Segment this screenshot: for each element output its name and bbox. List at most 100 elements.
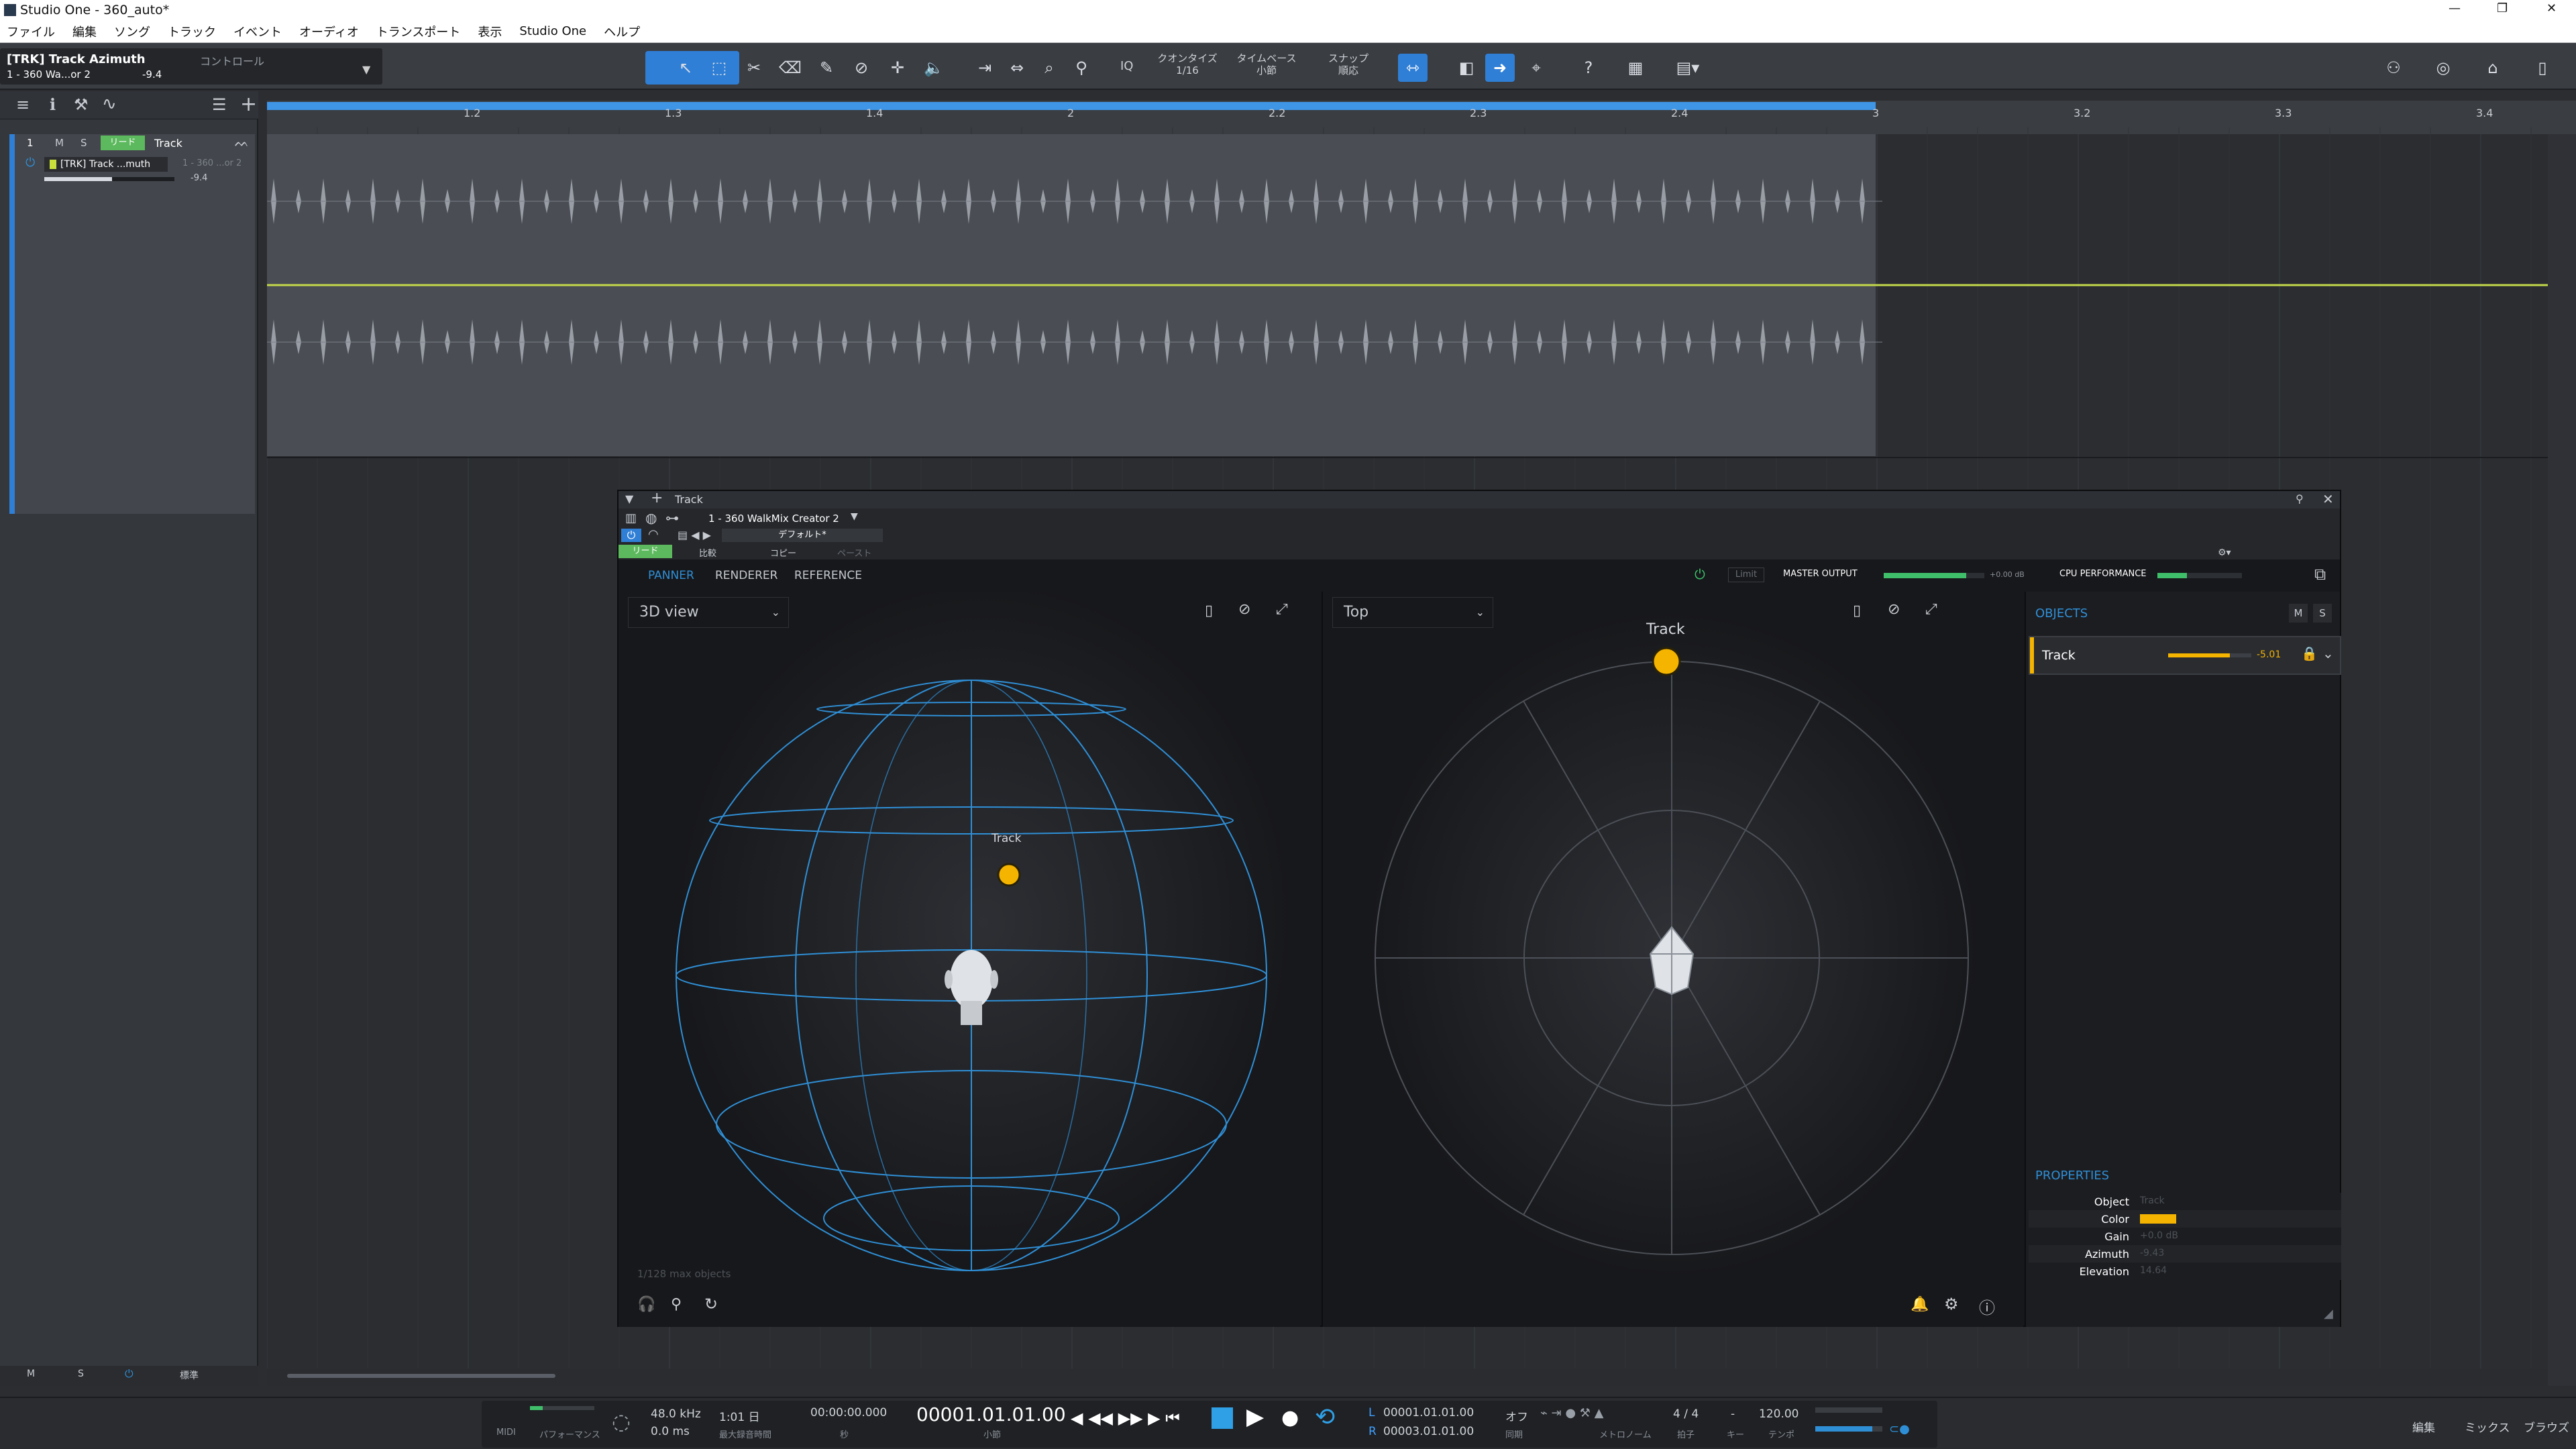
bend-tool-icon[interactable]: ✛: [883, 54, 912, 82]
insert-select[interactable]: 1 - 360 WalkMix Creator 2: [708, 513, 839, 525]
resize-grip-icon[interactable]: ◢: [2324, 1307, 2333, 1321]
gear-icon[interactable]: ⚙: [1944, 1295, 1959, 1313]
stretch-icon[interactable]: ⇔: [1002, 54, 1032, 82]
gear-icon[interactable]: ⚙▾: [2218, 547, 2231, 558]
help-icon[interactable]: ⓘ: [1979, 1295, 1995, 1318]
follow-icon[interactable]: ➜: [1485, 54, 1515, 82]
compare-button[interactable]: 比較: [699, 546, 716, 559]
tab-reference[interactable]: REFERENCE: [794, 569, 862, 582]
pin-icon[interactable]: ⚲: [2296, 492, 2304, 505]
mix-view-button[interactable]: ミックス: [2465, 1418, 2510, 1435]
power-icon[interactable]: ⏻: [621, 529, 641, 542]
snap-left-icon[interactable]: ⇥: [970, 54, 1000, 82]
layout-icon[interactable]: ▤▾: [1668, 54, 1708, 82]
timebase-select[interactable]: タイムベース 小節: [1233, 52, 1300, 76]
eraser-tool-icon[interactable]: ⌫: [775, 54, 805, 82]
preset-select[interactable]: デフォルト*: [722, 529, 883, 542]
record-button[interactable]: ●: [1281, 1406, 1299, 1430]
tab-panner[interactable]: PANNER: [648, 569, 694, 582]
home-icon[interactable]: ⌂: [2478, 54, 2508, 82]
preset-icon[interactable]: ▤ ◀ ▶: [678, 529, 711, 541]
edit-view-button[interactable]: 編集: [2412, 1418, 2435, 1435]
copy-button[interactable]: コピー: [770, 546, 796, 559]
objects-mute-button[interactable]: M: [2289, 604, 2308, 623]
tempo-value[interactable]: 120.00: [1759, 1407, 1799, 1421]
wrench-icon[interactable]: ⚒: [74, 95, 89, 114]
color-swatch[interactable]: [2140, 1214, 2176, 1224]
automation-select[interactable]: [TRK] Track ...muth: [44, 157, 168, 172]
solo-button[interactable]: S: [80, 137, 87, 149]
close-icon[interactable]: ✕: [2322, 491, 2334, 507]
external-icon[interactable]: ⧉: [2314, 565, 2326, 584]
loop-left-value[interactable]: 00001.01.01.00: [1383, 1406, 1474, 1419]
sphere-view[interactable]: [619, 592, 1320, 1327]
zoom-icon[interactable]: ⌕: [1034, 54, 1064, 82]
objects-solo-button[interactable]: S: [2313, 604, 2332, 623]
browse-view-button[interactable]: ブラウズ: [2524, 1418, 2569, 1435]
loop-icon[interactable]: ⟲: [1315, 1403, 1335, 1431]
range-tool-icon[interactable]: ⬚: [704, 54, 734, 82]
global-mute-button[interactable]: M: [27, 1368, 35, 1379]
time-signature[interactable]: 4 / 4: [1673, 1407, 1699, 1421]
toggle-icon[interactable]: ⊂●: [1889, 1422, 1910, 1436]
menu-studio-one[interactable]: Studio One: [519, 24, 586, 38]
add-icon[interactable]: +: [651, 490, 663, 506]
marker-icon[interactable]: ⚲: [671, 1296, 682, 1313]
track-header[interactable]: 1 M S リード Track ᨓ ⏻ [TRK] Track ...muth …: [9, 134, 255, 514]
quantize-select[interactable]: クオンタイズ 1/16: [1155, 52, 1220, 76]
chevron-down-icon[interactable]: ▼: [851, 511, 858, 522]
pencil-tool-icon[interactable]: ✎: [812, 54, 841, 82]
auto-scroll-icon[interactable]: ◧: [1452, 54, 1481, 82]
loop-right-value[interactable]: 00003.01.01.00: [1383, 1425, 1474, 1438]
help-button[interactable]: ?: [1574, 54, 1603, 82]
sync-value[interactable]: オフ: [1505, 1407, 1528, 1424]
view-preset-select[interactable]: 標準: [180, 1368, 199, 1382]
play-button[interactable]: ▶: [1246, 1403, 1264, 1430]
mute-tool-icon[interactable]: ⊘: [847, 54, 876, 82]
bars-display[interactable]: 00001.01.01.00: [916, 1403, 1066, 1426]
video-icon[interactable]: ▦: [1621, 54, 1650, 82]
menu-audio[interactable]: オーディオ: [299, 23, 359, 40]
object-gain-slider[interactable]: [2168, 653, 2251, 657]
stop-button[interactable]: [1212, 1407, 1233, 1429]
menu-track[interactable]: トラック: [168, 23, 216, 40]
split-tool-icon[interactable]: ✂: [739, 54, 769, 82]
headphones-icon[interactable]: 🎧: [637, 1296, 655, 1313]
add-track-icon[interactable]: +: [240, 93, 257, 116]
automation-icon[interactable]: ∿: [102, 94, 117, 114]
alert-icon[interactable]: 🔔: [1911, 1296, 1929, 1313]
master-volume-slider[interactable]: [1815, 1426, 1882, 1432]
maximize-button[interactable]: ❐: [2497, 1, 2508, 15]
snap-select[interactable]: スナップ 順応: [1315, 52, 1382, 76]
menu-transport[interactable]: トランスポート: [376, 23, 461, 40]
top-view-canvas[interactable]: [1323, 592, 2025, 1327]
menu-view[interactable]: 表示: [478, 23, 502, 40]
panel-icon[interactable]: ▯: [2528, 54, 2557, 82]
arrow-tool-icon[interactable]: ↖: [671, 54, 700, 82]
studio-one-icon[interactable]: ◎: [2428, 54, 2458, 82]
close-button[interactable]: ✕: [2546, 1, 2557, 15]
chevron-down-icon[interactable]: ⌄: [2322, 645, 2334, 661]
panel-top-view[interactable]: Top ⌄ ▯ ⊘ ⤢ Track 🔔 ⚙ ⓘ: [1322, 592, 2023, 1327]
key-value[interactable]: -: [1731, 1407, 1735, 1421]
metronome-icon[interactable]: ⌁ ⇥ ● ⚒ ▲: [1540, 1406, 1604, 1420]
reset-icon[interactable]: ↻: [704, 1295, 718, 1313]
user-icon[interactable]: ⚇: [2379, 54, 2408, 82]
minimize-button[interactable]: —: [2449, 1, 2461, 15]
paste-button[interactable]: ペースト: [837, 546, 871, 559]
power-icon[interactable]: ⏻: [25, 156, 35, 170]
bypass-icon[interactable]: ◠: [648, 527, 659, 541]
globe-icon[interactable]: ◍: [645, 510, 657, 526]
cursor-follow-icon[interactable]: ⌖: [1521, 54, 1551, 82]
read-button[interactable]: リード: [101, 136, 145, 150]
mute-button[interactable]: M: [55, 137, 64, 149]
menu-song[interactable]: ソング: [114, 23, 150, 40]
automation-slider[interactable]: [44, 177, 174, 181]
rewind-icon[interactable]: ◀ ◀◀ ▶▶ ▶ ⏮: [1071, 1409, 1180, 1428]
routing-icon[interactable]: ⊶: [665, 510, 679, 526]
tab-renderer[interactable]: RENDERER: [715, 569, 777, 582]
click-volume-meter[interactable]: [1815, 1407, 1882, 1413]
collapse-icon[interactable]: ▼: [625, 492, 633, 505]
lock-icon[interactable]: 🔒: [2301, 645, 2318, 661]
chevron-down-icon[interactable]: ▼: [362, 63, 370, 76]
